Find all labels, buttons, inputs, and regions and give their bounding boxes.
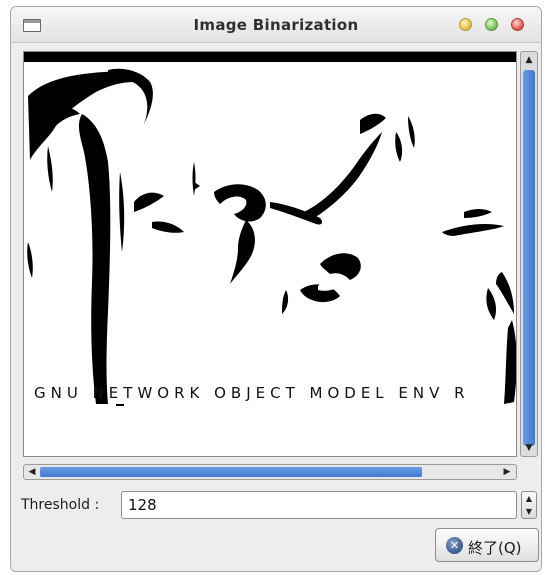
binarized-image: GNU NETWORK OBJECT MODEL ENV R bbox=[24, 52, 516, 456]
maximize-button[interactable] bbox=[485, 18, 498, 31]
close-button[interactable] bbox=[511, 18, 524, 31]
image-viewport[interactable]: GNU NETWORK OBJECT MODEL ENV R bbox=[23, 51, 517, 457]
scroll-up-button[interactable]: ▲ bbox=[522, 53, 536, 67]
app-window: Image Binarization GNU NETWORK OBJECT MO… bbox=[10, 6, 542, 572]
spin-down-icon[interactable]: ▼ bbox=[522, 505, 536, 518]
scroll-down-button[interactable]: ▼ bbox=[522, 441, 536, 455]
quit-button-label: 終了(Q) bbox=[468, 539, 522, 557]
threshold-label: Threshold : bbox=[21, 497, 100, 513]
quit-button[interactable]: ✕ 終了(Q) bbox=[435, 528, 539, 562]
threshold-spinner[interactable]: ▲ ▼ bbox=[521, 491, 537, 519]
vertical-scroll-thumb[interactable] bbox=[523, 70, 535, 446]
horizontal-scrollbar[interactable]: ◀ ▶ bbox=[23, 464, 517, 480]
threshold-input[interactable]: 128 bbox=[121, 491, 517, 519]
close-circle-icon: ✕ bbox=[446, 537, 463, 554]
image-text-overlay: GNU NETWORK OBJECT MODEL ENV R bbox=[34, 384, 470, 402]
scroll-right-button[interactable]: ▶ bbox=[500, 465, 514, 479]
horizontal-scroll-thumb[interactable] bbox=[40, 467, 422, 477]
scroll-left-button[interactable]: ◀ bbox=[25, 465, 39, 479]
minimize-button[interactable] bbox=[459, 18, 472, 31]
vertical-scrollbar[interactable]: ▲ ▼ bbox=[520, 51, 538, 457]
title-bar[interactable]: Image Binarization bbox=[11, 7, 541, 43]
spin-up-icon[interactable]: ▲ bbox=[522, 492, 536, 505]
